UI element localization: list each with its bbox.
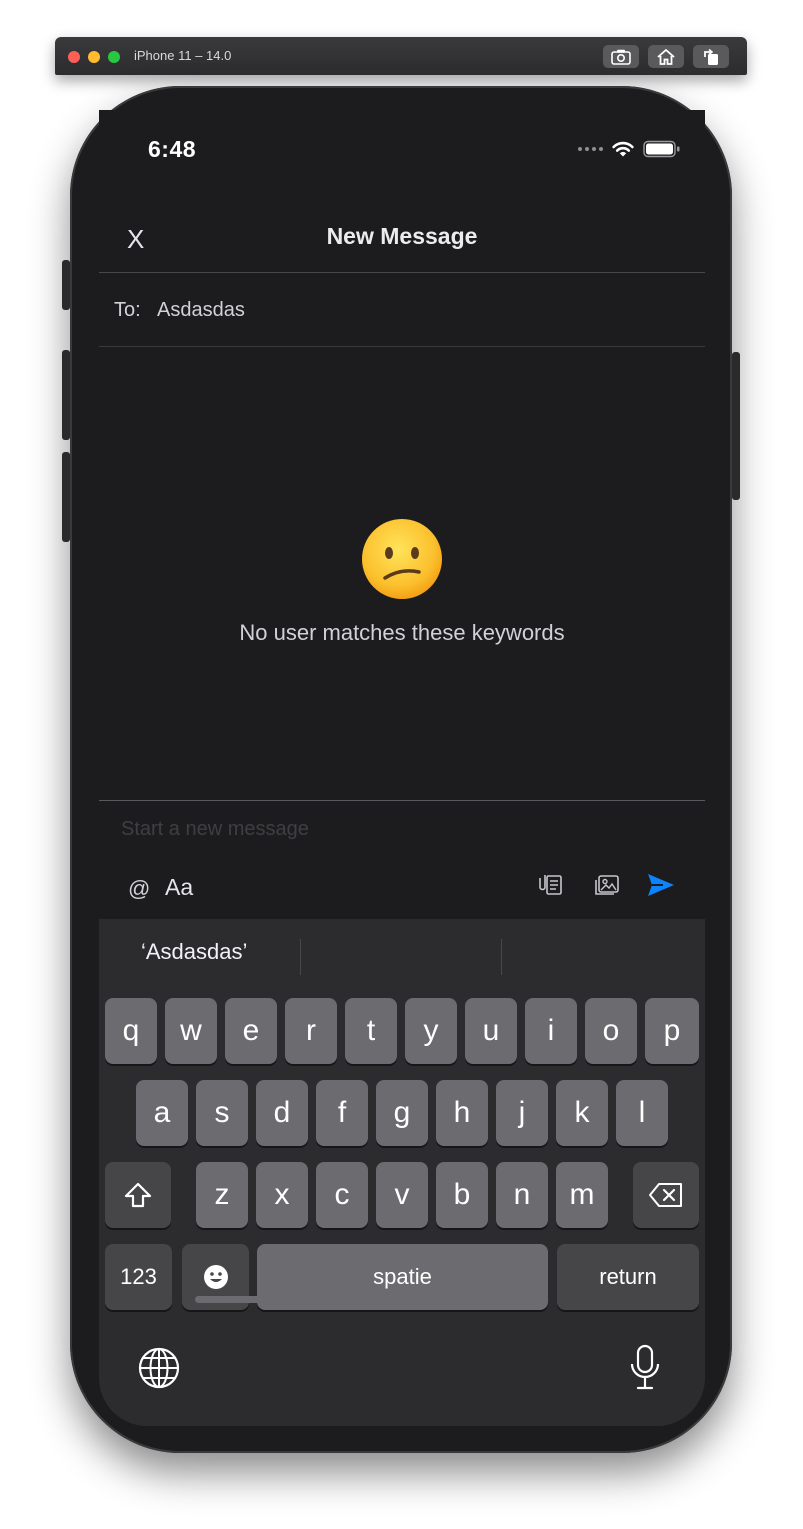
- send-icon: [648, 874, 674, 896]
- emoji-icon: [203, 1265, 228, 1289]
- suggestion-divider: [300, 939, 301, 975]
- header-divider: [99, 272, 705, 273]
- globe-icon: [138, 1347, 180, 1389]
- app-screen: 6:48 X New Message To: Asdasdas No user …: [99, 110, 705, 1426]
- key-h[interactable]: h: [436, 1080, 488, 1146]
- screenshot-button[interactable]: [603, 45, 639, 68]
- simulator-title: iPhone 11 – 14.0: [134, 48, 232, 63]
- home-button[interactable]: [648, 45, 684, 68]
- rotate-button[interactable]: [693, 45, 729, 68]
- key-p[interactable]: p: [645, 998, 699, 1064]
- wifi-icon: [612, 141, 634, 157]
- key-a[interactable]: a: [136, 1080, 188, 1146]
- key-s[interactable]: s: [196, 1080, 248, 1146]
- camera-icon: [611, 49, 631, 65]
- signal-dots-icon: [578, 147, 603, 151]
- close-window-button[interactable]: [68, 51, 80, 63]
- silent-switch: [62, 260, 70, 310]
- empty-state-message: No user matches these keywords: [239, 620, 565, 645]
- simulator-title-bar: iPhone 11 – 14.0: [55, 37, 747, 75]
- key-y[interactable]: y: [405, 998, 457, 1064]
- key-w[interactable]: w: [165, 998, 217, 1064]
- key-g[interactable]: g: [376, 1080, 428, 1146]
- page-title: New Message: [326, 223, 478, 249]
- suggestion-divider: [501, 939, 502, 975]
- power-button: [732, 352, 740, 500]
- key-u[interactable]: u: [465, 998, 517, 1064]
- attach-file-button[interactable]: [537, 870, 567, 900]
- key-b[interactable]: b: [436, 1162, 488, 1228]
- key-l[interactable]: l: [616, 1080, 668, 1146]
- volume-up-button: [62, 350, 70, 440]
- key-f[interactable]: f: [316, 1080, 368, 1146]
- shift-arrow-icon: [124, 1182, 152, 1208]
- numbers-key[interactable]: 123: [105, 1244, 172, 1310]
- confused-face-icon: [362, 519, 442, 599]
- key-j[interactable]: j: [496, 1080, 548, 1146]
- key-o[interactable]: o: [585, 998, 637, 1064]
- return-key[interactable]: return: [557, 1244, 699, 1310]
- status-time: 6:48: [148, 136, 197, 162]
- suggestion-1[interactable]: ‘Asdasdas’: [141, 939, 247, 965]
- minimize-window-button[interactable]: [88, 51, 100, 63]
- to-label: To:: [114, 299, 141, 321]
- keyboard: ‘Asdasdas’ q w e r t y u i o p a s d f g…: [99, 919, 705, 1426]
- attach-image-button[interactable]: [592, 870, 622, 900]
- mention-button[interactable]: @: [128, 876, 150, 902]
- document-attach-icon: [539, 875, 562, 895]
- key-d[interactable]: d: [256, 1080, 308, 1146]
- composer-divider: [99, 800, 705, 801]
- zoom-window-button[interactable]: [108, 51, 120, 63]
- key-m[interactable]: m: [556, 1162, 608, 1228]
- key-t[interactable]: t: [345, 998, 397, 1064]
- home-icon: [657, 48, 675, 65]
- key-q[interactable]: q: [105, 998, 157, 1064]
- text-format-button[interactable]: Aa: [165, 874, 193, 901]
- image-icon: [595, 875, 619, 895]
- globe-button[interactable]: [137, 1346, 181, 1390]
- rotate-icon: [704, 48, 718, 65]
- key-k[interactable]: k: [556, 1080, 608, 1146]
- key-v[interactable]: v: [376, 1162, 428, 1228]
- send-button[interactable]: [646, 870, 676, 900]
- shift-key[interactable]: [105, 1162, 171, 1228]
- key-n[interactable]: n: [496, 1162, 548, 1228]
- recipient-input[interactable]: Asdasdas: [157, 299, 245, 322]
- key-z[interactable]: z: [196, 1162, 248, 1228]
- key-e[interactable]: e: [225, 998, 277, 1064]
- key-r[interactable]: r: [285, 998, 337, 1064]
- backspace-icon: [649, 1183, 682, 1207]
- recipient-divider: [99, 346, 705, 347]
- volume-down-button: [62, 452, 70, 542]
- message-input[interactable]: Start a new message: [121, 818, 309, 841]
- status-indicators: [578, 140, 681, 158]
- dictation-button[interactable]: [627, 1344, 663, 1392]
- key-c[interactable]: c: [316, 1162, 368, 1228]
- delete-key[interactable]: [633, 1162, 699, 1228]
- battery-icon: [643, 140, 680, 158]
- key-i[interactable]: i: [525, 998, 577, 1064]
- key-x[interactable]: x: [256, 1162, 308, 1228]
- home-indicator[interactable]: [195, 1296, 411, 1303]
- microphone-icon: [630, 1344, 660, 1390]
